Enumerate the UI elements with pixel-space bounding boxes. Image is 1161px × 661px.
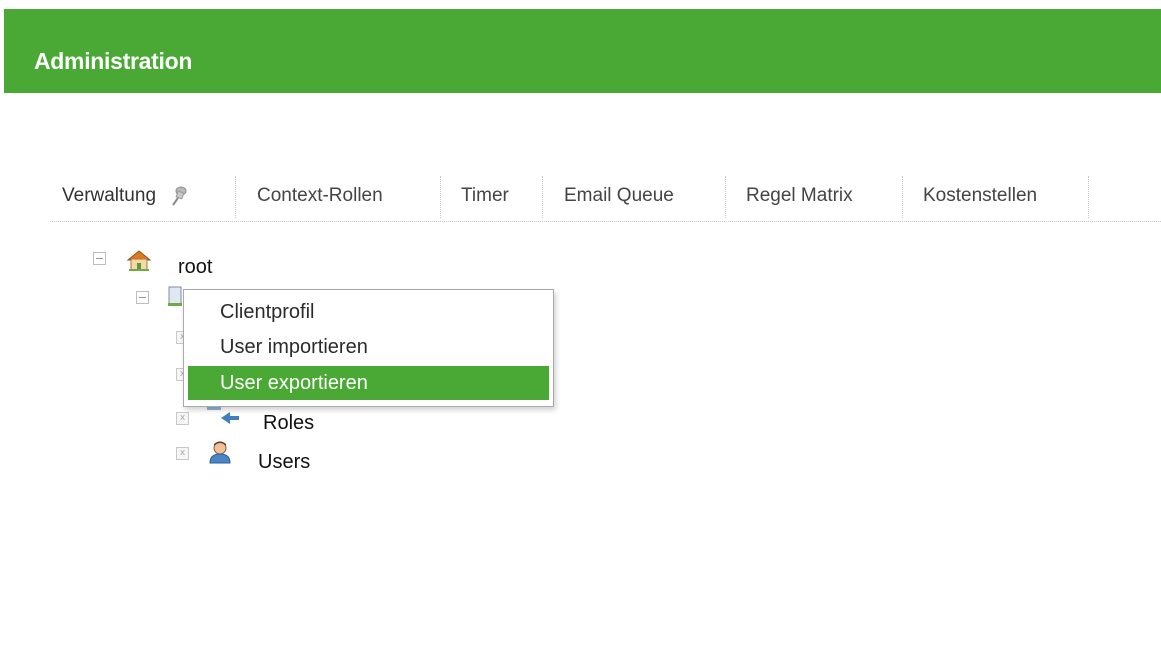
- menu-item-label: Clientprofil: [220, 300, 315, 323]
- tab-label: Email Queue: [564, 185, 674, 206]
- tab-label: Context-Rollen: [257, 185, 383, 206]
- tab-timer[interactable]: Timer: [461, 172, 509, 220]
- tab-regel-matrix[interactable]: Regel Matrix: [746, 172, 853, 220]
- menu-item-label: User importieren: [220, 335, 368, 358]
- tree-node-label: Roles: [263, 411, 315, 434]
- context-menu: Clientprofil User importieren User expor…: [183, 289, 554, 407]
- collapse-root-icon[interactable]: [93, 252, 106, 265]
- menu-item-label: User exportieren: [220, 371, 368, 394]
- menu-item-user-importieren[interactable]: User importieren: [188, 330, 549, 364]
- user-icon: [207, 440, 233, 469]
- home-icon: [126, 248, 152, 277]
- tab-kostenstellen[interactable]: Kostenstellen: [923, 172, 1037, 220]
- tab-bar: Verwaltung Context-Rollen Timer Email Qu…: [50, 172, 1161, 222]
- page-title: Administration: [34, 48, 193, 74]
- tree-node-users[interactable]: Users: [258, 447, 310, 477]
- leaf-icon: x: [176, 447, 189, 460]
- tab-email-queue[interactable]: Email Queue: [564, 172, 674, 220]
- tree-node-label: root: [178, 255, 213, 278]
- tab-label: Timer: [461, 185, 509, 206]
- tab-label: Kostenstellen: [923, 185, 1038, 206]
- collapse-child-icon[interactable]: [136, 291, 149, 304]
- tree-node-roles[interactable]: Roles: [263, 408, 314, 438]
- tab-label: Regel Matrix: [746, 185, 853, 206]
- tree-node-root[interactable]: root: [178, 252, 212, 282]
- menu-item-clientprofil[interactable]: Clientprofil: [188, 295, 549, 329]
- tab-context-rollen[interactable]: Context-Rollen: [257, 172, 383, 220]
- roles-icon: [207, 404, 241, 435]
- pin-icon[interactable]: [168, 185, 190, 207]
- leaf-icon: x: [176, 412, 189, 425]
- tree-node-label: Users: [258, 450, 311, 473]
- tab-verwaltung[interactable]: Verwaltung: [62, 172, 190, 220]
- app-header: Administration: [4, 9, 1161, 93]
- menu-item-user-exportieren[interactable]: User exportieren: [188, 366, 549, 400]
- building-icon: [167, 285, 183, 312]
- tab-label: Verwaltung: [62, 185, 157, 206]
